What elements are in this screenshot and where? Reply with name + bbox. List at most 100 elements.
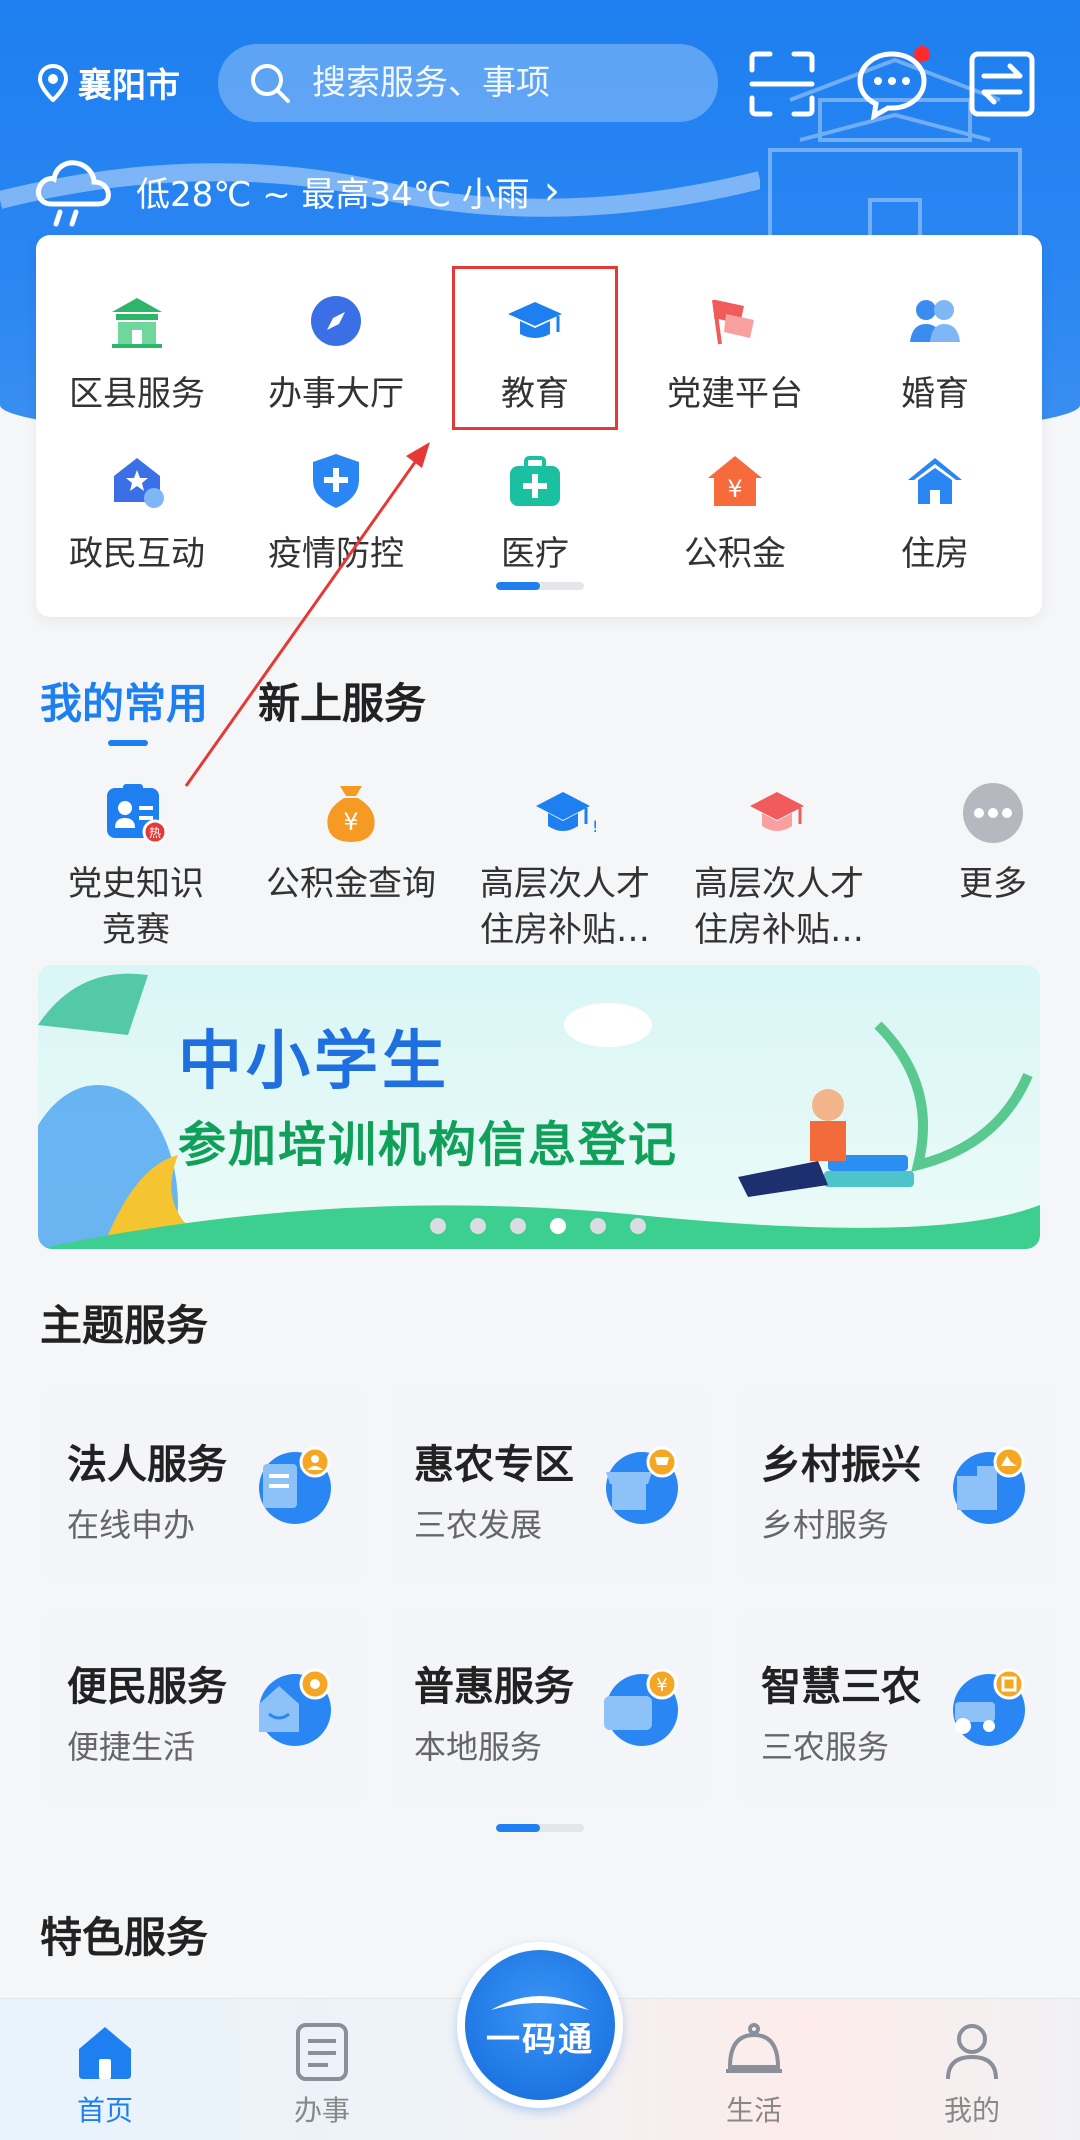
banner-dot [470, 1218, 486, 1234]
theme-card-subtitle: 乡村服务 [761, 1506, 890, 1544]
notification-dot [914, 46, 930, 62]
document-person-icon [249, 1442, 335, 1528]
grid-item-service-hall[interactable]: 办事大厅 [236, 290, 436, 415]
nav-label: 办事 [293, 2094, 350, 2127]
theme-card-legal-person[interactable]: 法人服务 在线申办 [45, 1388, 363, 1582]
medical-kit-icon [504, 450, 566, 512]
smile-house-icon [249, 1664, 335, 1750]
compass-icon [305, 290, 367, 352]
id-card-hot-icon: 热 [103, 780, 169, 846]
frequent-item-label: 高层次人才 住房补贴… [480, 864, 650, 950]
building-icon [106, 290, 168, 352]
center-button-label: 一码通 [486, 2019, 594, 2060]
nav-home[interactable]: 首页 [35, 2019, 175, 2129]
tab-my-frequent[interactable]: 我的常用 [40, 670, 208, 731]
education-highlight-box [452, 266, 618, 430]
grid-item-medical[interactable]: 医疗 [435, 450, 635, 575]
nav-label: 生活 [725, 2094, 782, 2127]
frequent-item-more[interactable]: 更多 [883, 780, 1080, 908]
theme-card-subtitle: 便捷生活 [67, 1728, 196, 1766]
theme-card-inclusive[interactable]: 普惠服务 本地服务 ¥ [392, 1610, 710, 1804]
one-code-pass-button[interactable]: 一码通 [457, 1942, 623, 2108]
more-dots-icon [960, 780, 1026, 846]
svg-text:¥: ¥ [343, 808, 358, 836]
weather-text: 低28℃ ~ 最高34℃ 小雨 [136, 174, 530, 215]
frequent-item-label: 党史知识 竞赛 [68, 864, 204, 950]
top-bar: 襄阳市 [0, 40, 1080, 125]
party-flag-icon [704, 290, 766, 352]
theme-card-convenience[interactable]: 便民服务 便捷生活 [45, 1610, 363, 1804]
promo-banner[interactable]: 中小学生 参加培训机构信息登记 [38, 965, 1040, 1249]
search-input[interactable] [312, 63, 692, 103]
section-title-theme: 主题服务 [40, 1301, 209, 1350]
banner-dot [630, 1218, 646, 1234]
grid-item-label: 公积金 [684, 534, 786, 574]
banner-dots [430, 1218, 670, 1234]
frequent-item-fund-query[interactable]: ¥ 公积金查询 [241, 780, 461, 908]
active-tab-indicator [108, 740, 148, 746]
frequent-item-label: 更多 [959, 864, 1027, 904]
grid-item-label: 疫情防控 [268, 534, 404, 574]
banner-dot [510, 1218, 526, 1234]
nav-label: 我的 [943, 2094, 1000, 2127]
document-list-icon [290, 2019, 354, 2083]
location-pin-icon [38, 63, 68, 102]
wallet-yuan-icon: ¥ [596, 1664, 682, 1750]
frequent-item-party-history-quiz[interactable]: 热 党史知识 竞赛 [26, 780, 246, 954]
grid-item-label: 区县服务 [69, 374, 205, 414]
theme-card-title: 智慧三农 [761, 1664, 921, 1710]
roof-icon [491, 1996, 589, 2010]
scan-button[interactable] [746, 48, 818, 120]
city-name: 襄阳市 [78, 66, 180, 106]
message-button[interactable] [856, 46, 930, 121]
theme-card-title: 便民服务 [67, 1664, 227, 1710]
nav-mine[interactable]: 我的 [902, 2019, 1042, 2129]
frequent-item-talent-housing-2[interactable]: 高层次人才 住房补贴… [669, 780, 889, 954]
section-title-special: 特色服务 [40, 1913, 209, 1962]
grid-item-epidemic-control[interactable]: 疫情防控 [236, 450, 436, 575]
grid-page-indicator [496, 582, 584, 590]
grid-item-county-service[interactable]: 区县服务 [37, 290, 237, 415]
tab-new-services[interactable]: 新上服务 [258, 670, 426, 731]
cap-red-icon [746, 780, 812, 846]
house-icon [904, 450, 966, 512]
weather-bar[interactable]: 低28℃ ~ 最高34℃ 小雨 › [30, 148, 560, 234]
theme-card-title: 法人服务 [67, 1442, 227, 1488]
svg-text:¥: ¥ [727, 475, 742, 503]
switch-mode-button[interactable] [966, 48, 1038, 120]
frequent-item-label: 公积金查询 [266, 864, 436, 904]
grid-item-citizen-interaction[interactable]: 政民互动 [37, 450, 237, 575]
grid-item-party-platform[interactable]: 党建平台 [635, 290, 835, 415]
svg-text:!: ! [592, 817, 598, 836]
theme-card-rural-revitalization[interactable]: 乡村振兴 乡村服务 [739, 1388, 1057, 1582]
search-bar[interactable] [218, 44, 718, 122]
grid-item-label: 婚育 [901, 374, 969, 414]
grid-item-marriage[interactable]: 婚育 [835, 290, 1035, 415]
home-icon [73, 2019, 137, 2083]
banner-dot-active [550, 1218, 566, 1234]
chevron-right-icon: › [543, 168, 560, 214]
frequent-item-label: 高层次人才 住房补贴… [694, 864, 864, 950]
theme-page-indicator [496, 1824, 584, 1832]
banner-dot [590, 1218, 606, 1234]
grid-item-housing-fund[interactable]: ¥ 公积金 [635, 450, 835, 575]
scan-icon [749, 51, 815, 117]
grid-item-label: 医疗 [501, 534, 569, 574]
grid-item-label: 住房 [901, 534, 969, 574]
cap-blue-icon: ! [532, 780, 598, 846]
nav-life[interactable]: 生活 [684, 2019, 824, 2129]
nav-label: 首页 [76, 2094, 133, 2127]
theme-card-agriculture-zone[interactable]: 惠农专区 三农发展 [392, 1388, 710, 1582]
frequent-item-talent-housing-1[interactable]: ! 高层次人才 住房补贴… [455, 780, 675, 954]
svg-text:热: 热 [149, 826, 161, 840]
nav-affairs[interactable]: 办事 [252, 2019, 392, 2129]
switch-arrows-icon [969, 51, 1035, 117]
theme-card-smart-agriculture[interactable]: 智慧三农 三农服务 [739, 1610, 1057, 1804]
village-building-icon [943, 1442, 1029, 1528]
shop-cart-icon [596, 1442, 682, 1528]
theme-card-subtitle: 在线申办 [67, 1506, 196, 1544]
couple-icon [904, 290, 966, 352]
location-selector[interactable]: 襄阳市 [38, 58, 180, 107]
grid-item-housing[interactable]: 住房 [835, 450, 1035, 575]
person-icon [940, 2019, 1004, 2083]
